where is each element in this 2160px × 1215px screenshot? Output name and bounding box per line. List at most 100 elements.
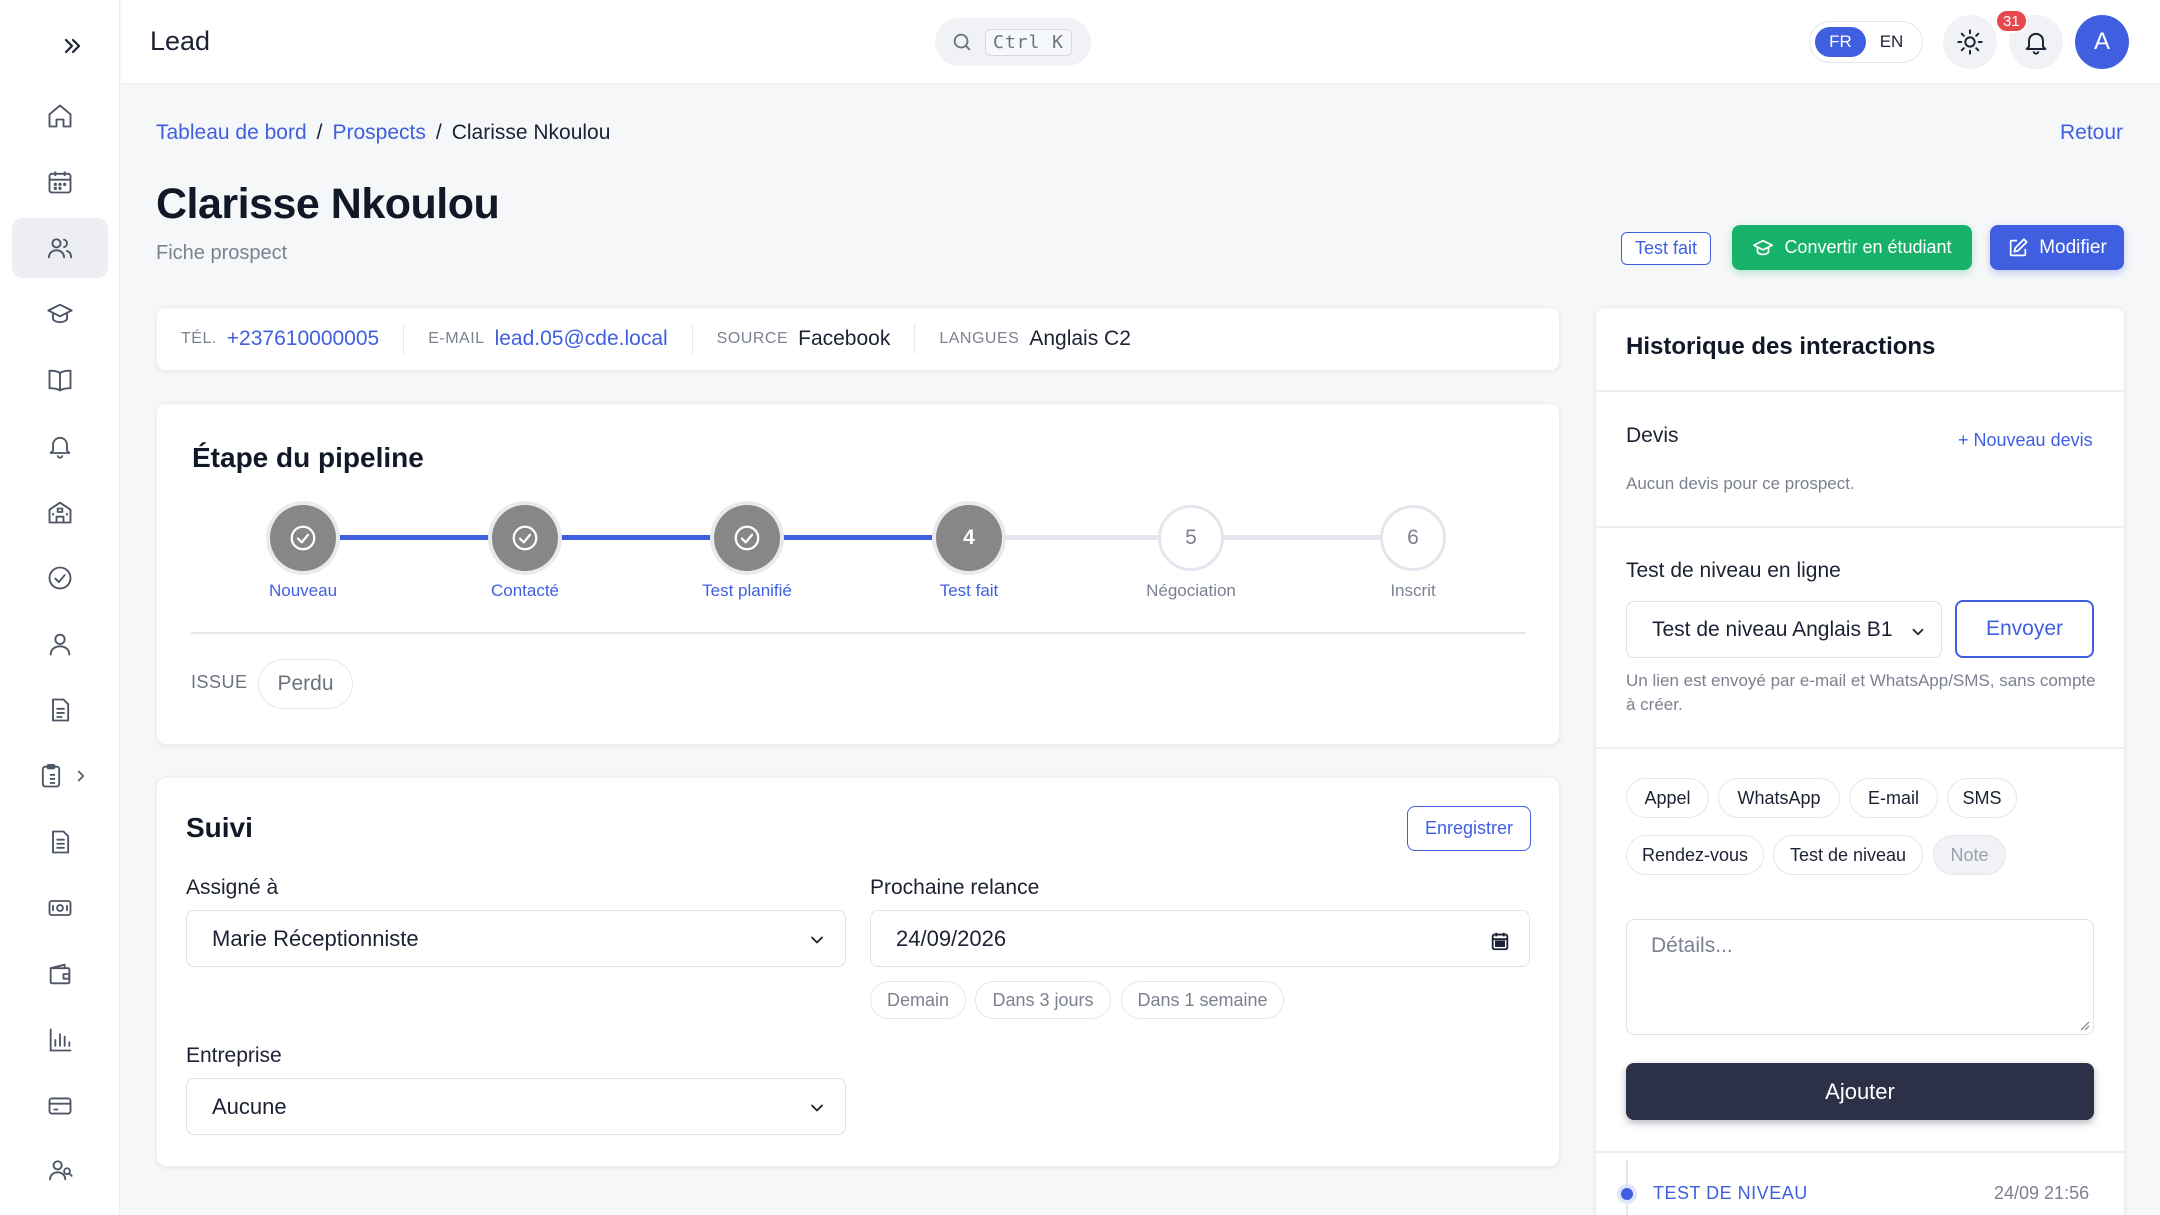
pipeline-step-2[interactable] xyxy=(492,505,558,571)
convert-to-student-button[interactable]: Convertir en étudiant xyxy=(1732,225,1972,270)
theme-toggle-button[interactable] xyxy=(1943,15,1997,69)
history-divider xyxy=(1596,526,2124,528)
interaction-type-level-test[interactable]: Test de niveau xyxy=(1773,835,1923,875)
sidebar-item-courses[interactable] xyxy=(12,350,108,410)
sidebar-item-profile[interactable] xyxy=(12,614,108,674)
quick-date-1-week[interactable]: Dans 1 semaine xyxy=(1121,981,1284,1019)
lang-en-button[interactable]: EN xyxy=(1866,27,1917,57)
breadcrumb-prospects-link[interactable]: Prospects xyxy=(332,121,425,145)
building-icon xyxy=(48,501,72,524)
languages-label: LANGUES xyxy=(939,330,1020,347)
search-icon xyxy=(953,33,971,51)
breadcrumb-separator: / xyxy=(316,121,323,144)
add-interaction-button[interactable]: Ajouter xyxy=(1626,1063,2094,1120)
search-button[interactable]: Ctrl K xyxy=(935,18,1091,66)
chevron-right-icon xyxy=(77,770,85,782)
breadcrumb-current: Clarisse Nkoulou xyxy=(451,121,611,144)
contact-source: SOURCE Facebook xyxy=(693,324,916,354)
history-divider xyxy=(1596,1151,2124,1153)
check-circle-icon xyxy=(290,525,316,551)
contact-email: E-MAIL lead.05@cde.local xyxy=(404,324,693,354)
company-select[interactable]: Aucune xyxy=(186,1078,846,1135)
save-button[interactable]: Enregistrer xyxy=(1407,806,1531,851)
user-icon xyxy=(49,633,71,656)
issue-lost-chip[interactable]: Perdu xyxy=(258,659,353,709)
pipeline-step-4[interactable]: 4 xyxy=(936,505,1002,571)
pipeline-step-5[interactable]: 5 xyxy=(1158,505,1224,571)
clipboard-icon xyxy=(41,763,61,788)
quick-date-3-days[interactable]: Dans 3 jours xyxy=(975,981,1111,1019)
sidebar-item-documents[interactable] xyxy=(12,680,108,740)
check-circle-icon xyxy=(734,525,760,551)
company-label: Entreprise xyxy=(186,1044,282,1067)
sidebar-item-wallet[interactable] xyxy=(12,944,108,1004)
edit-button[interactable]: Modifier xyxy=(1990,225,2124,270)
sidebar-item-home[interactable] xyxy=(12,86,108,146)
interaction-type-email[interactable]: E-mail xyxy=(1849,778,1938,818)
sidebar-expand-button[interactable] xyxy=(54,28,90,64)
sidebar-item-calendar[interactable] xyxy=(12,152,108,212)
chevron-down-icon xyxy=(1912,628,1924,636)
sidebar-item-team[interactable] xyxy=(12,1140,108,1200)
pipeline-step-label: Inscrit xyxy=(1390,581,1436,600)
sidebar-item-statistics[interactable] xyxy=(12,1010,108,1070)
email-link[interactable]: lead.05@cde.local xyxy=(495,327,668,351)
sidebar-item-notifications[interactable] xyxy=(12,416,108,476)
contact-info-card: TÉL. +237610000005 E-MAIL lead.05@cde.lo… xyxy=(156,307,1560,371)
pipeline-step-label: Négociation xyxy=(1146,581,1236,600)
level-test-select[interactable]: Test de niveau Anglais B1 xyxy=(1626,601,1942,658)
interaction-type-sms[interactable]: SMS xyxy=(1947,778,2017,818)
breadcrumb-dashboard-link[interactable]: Tableau de bord xyxy=(156,121,307,145)
calendar-icon xyxy=(48,171,72,194)
details-placeholder: Détails... xyxy=(1651,934,1733,957)
user-avatar[interactable]: A xyxy=(2075,15,2129,69)
interaction-type-note[interactable]: Note xyxy=(1933,835,2006,875)
check-circle-icon xyxy=(48,566,72,590)
sun-icon xyxy=(1957,29,1983,55)
sidebar-item-evaluations[interactable] xyxy=(12,746,108,806)
new-quote-link[interactable]: + Nouveau devis xyxy=(1958,430,2093,451)
double-chevron-right-icon xyxy=(64,38,81,54)
timeline-dot xyxy=(1621,1188,1633,1200)
sidebar-item-billing[interactable] xyxy=(12,1076,108,1136)
bar-chart-icon xyxy=(49,1028,72,1052)
chevron-down-icon xyxy=(811,1104,823,1112)
back-link[interactable]: Retour xyxy=(2060,121,2123,145)
contact-phone: TÉL. +237610000005 xyxy=(181,324,405,354)
interaction-type-appointment[interactable]: Rendez-vous xyxy=(1626,835,1764,875)
next-reminder-date-input[interactable]: 24/09/2026 xyxy=(870,910,1530,967)
phone-link[interactable]: +237610000005 xyxy=(227,327,379,351)
next-reminder-value: 24/09/2026 xyxy=(896,925,1007,951)
assigned-select[interactable]: Marie Réceptionniste xyxy=(186,910,846,967)
pipeline-step-label: Test fait xyxy=(939,581,999,600)
details-textarea[interactable]: Détails... xyxy=(1626,919,2094,1035)
wallet-icon xyxy=(49,963,71,985)
lang-fr-button[interactable]: FR xyxy=(1815,27,1866,57)
topbar: Lead Ctrl K FR EN xyxy=(121,0,2160,84)
interaction-type-call[interactable]: Appel xyxy=(1626,778,1709,818)
pipeline-step-1[interactable] xyxy=(270,505,336,571)
source-label: SOURCE xyxy=(716,330,789,347)
edit-button-label: Modifier xyxy=(2039,236,2107,258)
next-reminder-label: Prochaine relance xyxy=(870,876,1040,899)
sidebar-item-reports[interactable] xyxy=(12,812,108,872)
bell-icon xyxy=(49,436,71,459)
sidebar-item-payments[interactable] xyxy=(12,878,108,938)
send-test-button[interactable]: Envoyer xyxy=(1955,600,2094,658)
history-divider xyxy=(1596,390,2124,392)
interaction-type-whatsapp[interactable]: WhatsApp xyxy=(1718,778,1840,818)
team-icon xyxy=(49,1160,73,1181)
quick-date-tomorrow[interactable]: Demain xyxy=(870,981,966,1019)
pipeline-step-6[interactable]: 6 xyxy=(1380,505,1446,571)
resize-grip-icon[interactable] xyxy=(2078,1019,2090,1031)
email-label: E-MAIL xyxy=(428,330,485,347)
contact-languages: LANGUES Anglais C2 xyxy=(915,324,1155,354)
sidebar-item-prospects[interactable] xyxy=(12,218,108,278)
pipeline-step-3[interactable] xyxy=(714,505,780,571)
sidebar-item-schools[interactable] xyxy=(12,482,108,542)
notification-count-badge: 31 xyxy=(1995,9,2028,33)
language-switcher: FR EN xyxy=(1809,21,1923,63)
sidebar-item-students[interactable] xyxy=(12,284,108,344)
sidebar-item-tasks[interactable] xyxy=(12,548,108,608)
pipeline-step-label: Test planifié xyxy=(702,581,792,600)
